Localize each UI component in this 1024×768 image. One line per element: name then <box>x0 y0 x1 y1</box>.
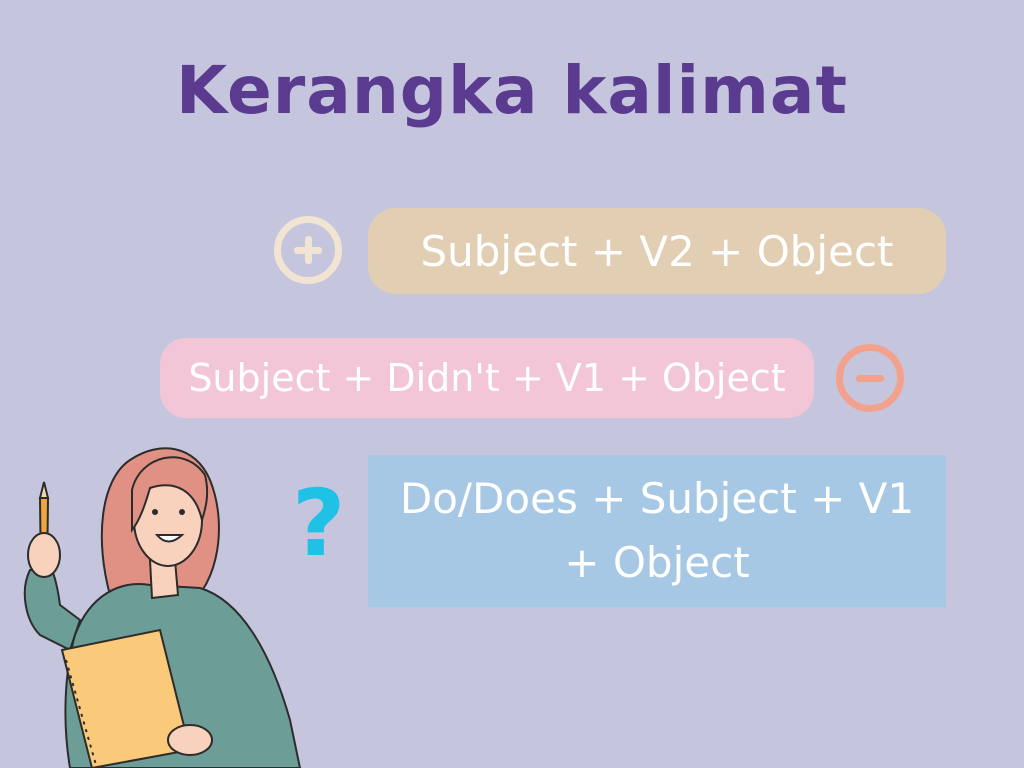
negative-formula: Subject + Didn't + V1 + Object <box>160 338 814 418</box>
positive-formula: Subject + V2 + Object <box>368 208 946 294</box>
woman-illustration <box>23 447 302 768</box>
question-formula: Do/Does + Subject + V1 + Object <box>368 455 946 607</box>
minus-circle-icon <box>836 344 904 412</box>
page-title: Kerangka kalimat <box>175 52 848 129</box>
plus-circle-icon <box>274 216 342 284</box>
